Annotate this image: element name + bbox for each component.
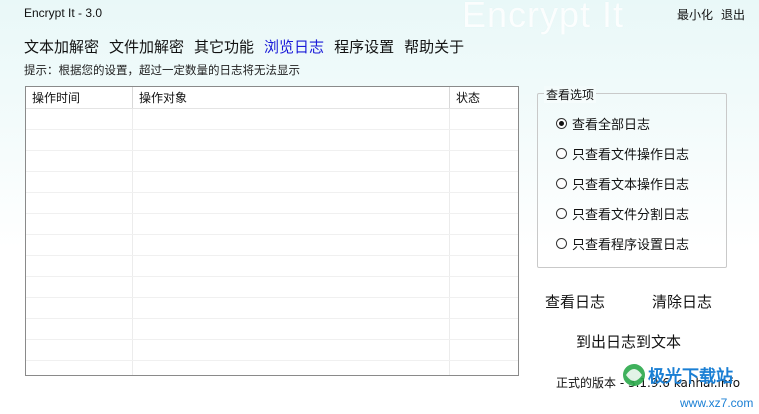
- option-text-ops[interactable]: 只查看文本操作日志: [556, 174, 689, 193]
- table-cell: [26, 255, 133, 277]
- table-cell: [132, 318, 450, 340]
- column-header-target[interactable]: 操作对象: [132, 87, 450, 109]
- option-file-split[interactable]: 只查看文件分割日志: [556, 204, 689, 223]
- export-log-button[interactable]: 到出日志到文本: [576, 331, 681, 352]
- table-cell: [132, 213, 450, 235]
- badge-brand: 极光下载站: [648, 366, 733, 387]
- option-label: 只查看程序设置日志: [572, 238, 690, 253]
- radio-text-ops[interactable]: [556, 178, 567, 189]
- radio-file-split[interactable]: [556, 208, 567, 219]
- table-cell: [26, 339, 133, 361]
- site-badge: 极光下载站 www.xz7.com: [623, 364, 753, 410]
- menu-help-about[interactable]: 帮助关于: [404, 36, 464, 57]
- table-cell: [449, 108, 518, 130]
- table-cell: [26, 276, 133, 298]
- option-view-all[interactable]: 查看全部日志: [556, 114, 650, 133]
- menu-program-settings[interactable]: 程序设置: [334, 36, 394, 57]
- column-header-time[interactable]: 操作时间: [26, 87, 133, 109]
- table-row[interactable]: [26, 339, 518, 361]
- table-cell: [449, 192, 518, 214]
- menu-browse-log[interactable]: 浏览日志: [264, 36, 324, 57]
- table-cell: [449, 318, 518, 340]
- radio-view-all[interactable]: [556, 118, 567, 129]
- option-label: 只查看文件分割日志: [572, 208, 690, 223]
- table-cell: [132, 234, 450, 256]
- table-cell: [26, 192, 133, 214]
- menu-other-functions[interactable]: 其它功能: [194, 36, 254, 57]
- table-row[interactable]: [26, 129, 518, 151]
- table-cell: [449, 297, 518, 319]
- option-file-ops[interactable]: 只查看文件操作日志: [556, 144, 689, 163]
- table-cell: [449, 171, 518, 193]
- table-cell: [132, 339, 450, 361]
- option-settings-ops[interactable]: 只查看程序设置日志: [556, 234, 689, 253]
- table-row[interactable]: [26, 171, 518, 193]
- table-cell: [132, 192, 450, 214]
- minimize-button[interactable]: 最小化: [677, 6, 713, 23]
- aurora-logo-icon: [623, 364, 645, 386]
- badge-url: www.xz7.com: [679, 396, 753, 410]
- table-row[interactable]: [26, 108, 518, 130]
- table-cell: [449, 339, 518, 361]
- main-menu: 文本加解密 文件加解密 其它功能 浏览日志 程序设置 帮助关于: [24, 36, 464, 57]
- table-cell: [449, 213, 518, 235]
- table-cell: [26, 150, 133, 172]
- table-row[interactable]: [26, 360, 518, 375]
- app-title: Encrypt It - 3.0: [24, 6, 103, 20]
- window-controls: 最小化 退出: [677, 6, 745, 23]
- exit-button[interactable]: 退出: [721, 6, 745, 23]
- table-cell: [449, 255, 518, 277]
- radio-settings-ops[interactable]: [556, 238, 567, 249]
- table-row[interactable]: [26, 234, 518, 256]
- view-options-title: 查看选项: [544, 86, 597, 103]
- table-row[interactable]: [26, 255, 518, 277]
- table-cell: [132, 297, 450, 319]
- table-cell: [449, 129, 518, 151]
- table-cell: [132, 129, 450, 151]
- table-cell: [26, 213, 133, 235]
- option-label: 只查看文件操作日志: [572, 148, 690, 163]
- table-cell: [132, 255, 450, 277]
- radio-file-ops[interactable]: [556, 148, 567, 159]
- table-cell: [26, 129, 133, 151]
- table-cell: [26, 297, 133, 319]
- table-cell: [132, 360, 450, 375]
- clear-log-button[interactable]: 清除日志: [652, 291, 712, 312]
- table-cell: [26, 360, 133, 375]
- table-cell: [449, 150, 518, 172]
- view-options-group: 查看选项 查看全部日志 只查看文件操作日志 只查看文本操作日志 只查看文件分割日…: [537, 86, 727, 268]
- table-row[interactable]: [26, 192, 518, 214]
- table-cell: [26, 108, 133, 130]
- log-table[interactable]: 操作时间 操作对象 状态: [25, 86, 519, 376]
- menu-text-crypt[interactable]: 文本加解密: [24, 36, 99, 57]
- table-cell: [26, 318, 133, 340]
- option-label: 查看全部日志: [572, 118, 651, 133]
- table-cell: [26, 171, 133, 193]
- table-row[interactable]: [26, 150, 518, 172]
- table-row[interactable]: [26, 276, 518, 298]
- table-row[interactable]: [26, 297, 518, 319]
- log-table-body: [26, 108, 518, 375]
- option-label: 只查看文本操作日志: [572, 178, 690, 193]
- table-row[interactable]: [26, 213, 518, 235]
- column-header-status[interactable]: 状态: [449, 87, 518, 109]
- table-cell: [26, 234, 133, 256]
- table-cell: [449, 276, 518, 298]
- table-cell: [132, 150, 450, 172]
- table-cell: [132, 276, 450, 298]
- table-cell: [132, 171, 450, 193]
- view-log-button[interactable]: 查看日志: [545, 291, 605, 312]
- table-cell: [449, 360, 518, 375]
- table-cell: [449, 234, 518, 256]
- log-table-header: 操作时间 操作对象 状态: [26, 87, 518, 109]
- log-hint: 提示：根据您的设置，超过一定数量的日志将无法显示: [24, 63, 300, 77]
- encrypt-it-watermark: Encrypt It: [462, 0, 625, 35]
- menu-file-crypt[interactable]: 文件加解密: [109, 36, 184, 57]
- table-cell: [132, 108, 450, 130]
- table-row[interactable]: [26, 318, 518, 340]
